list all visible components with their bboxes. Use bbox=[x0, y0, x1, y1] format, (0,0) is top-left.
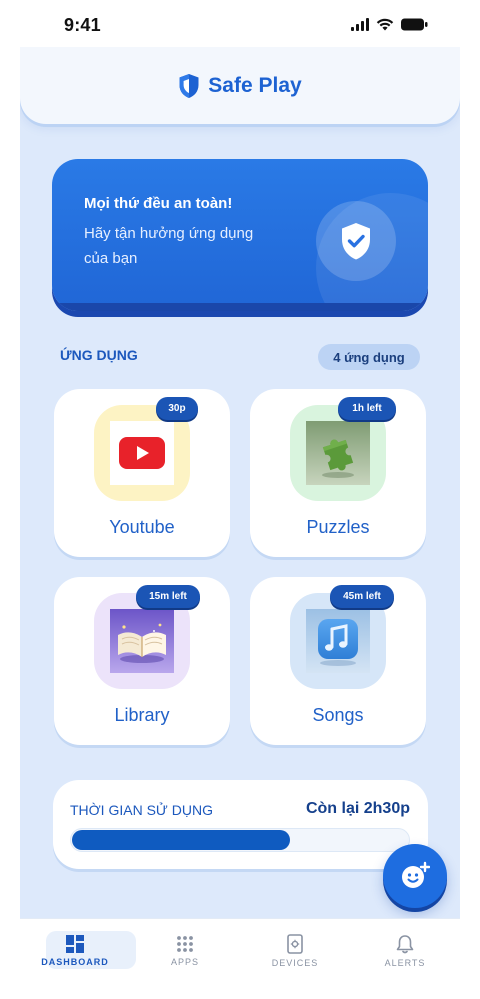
puzzle-piece-icon bbox=[306, 421, 370, 485]
youtube-icon bbox=[119, 437, 165, 469]
nav-label: DEVICES bbox=[271, 958, 319, 968]
bottom-navigation: DASHBOARD APPS DEVICES ALERTS bbox=[20, 919, 460, 983]
time-limit-badge: 15m left bbox=[136, 585, 200, 608]
status-bar: 9:41 bbox=[0, 0, 480, 48]
banner-title: Mọi thứ đều an toàn! bbox=[84, 195, 233, 212]
banner-shield-circle bbox=[316, 201, 396, 281]
app-card-youtube[interactable]: 30p Youtube bbox=[54, 389, 230, 557]
banner-bottom-edge bbox=[52, 303, 428, 311]
app-title: Safe Play bbox=[208, 73, 302, 97]
app-card-puzzles[interactable]: 1h left Puzzles bbox=[250, 389, 426, 557]
device-icon bbox=[287, 934, 303, 954]
shield-check-icon bbox=[342, 223, 370, 260]
wifi-icon bbox=[376, 18, 394, 31]
status-time: 9:41 bbox=[64, 15, 101, 35]
apps-section-title: ỨNG DỤNG bbox=[60, 347, 138, 363]
music-note-icon bbox=[306, 609, 370, 673]
safety-banner: Mọi thứ đều an toàn! Hãy tận hưởng ứng d… bbox=[52, 159, 428, 311]
add-child-face-icon bbox=[402, 861, 430, 888]
usage-progress-fill bbox=[72, 830, 290, 850]
banner-subtitle: Hãy tận hưởng ứng dụng của bạn bbox=[84, 225, 254, 267]
add-child-button[interactable] bbox=[383, 844, 447, 908]
usage-progress-track bbox=[70, 828, 410, 852]
time-limit-badge: 30p bbox=[156, 397, 198, 420]
nav-item-alerts[interactable]: ALERTS bbox=[350, 919, 460, 983]
usage-remaining: Còn lại 2h30p bbox=[305, 800, 410, 817]
app-card-label: Songs bbox=[312, 705, 364, 725]
usage-label: THỜI GIAN SỬ DỤNG bbox=[70, 802, 213, 818]
usage-time-panel: THỜI GIAN SỬ DỤNG Còn lại 2h30p bbox=[53, 780, 428, 869]
shield-logo-icon bbox=[179, 73, 199, 98]
cellular-signal-icon bbox=[351, 18, 369, 31]
battery-icon bbox=[401, 18, 428, 31]
apps-grid-icon bbox=[177, 936, 193, 952]
app-card-songs[interactable]: 45m left Songs bbox=[250, 577, 426, 745]
app-card-library[interactable]: 15m left Library bbox=[54, 577, 230, 745]
dashboard-icon bbox=[66, 935, 84, 953]
bell-icon bbox=[396, 935, 414, 954]
app-header: Safe Play bbox=[20, 47, 460, 124]
app-card-label: Youtube bbox=[109, 517, 175, 537]
nav-item-apps[interactable]: APPS bbox=[130, 919, 240, 983]
app-card-label: Library bbox=[114, 705, 170, 725]
nav-label: DASHBOARD bbox=[41, 957, 109, 967]
nav-label: APPS bbox=[170, 957, 199, 967]
open-book-icon bbox=[110, 609, 174, 673]
app-card-label: Puzzles bbox=[306, 517, 370, 537]
status-icons bbox=[351, 18, 428, 31]
time-limit-badge: 45m left bbox=[330, 585, 394, 608]
nav-label: ALERTS bbox=[384, 958, 426, 968]
app-screen: Safe Play Mọi thứ đều an toàn! Hãy tận h… bbox=[20, 47, 460, 983]
time-limit-badge: 1h left bbox=[338, 397, 396, 420]
nav-item-devices[interactable]: DEVICES bbox=[240, 919, 350, 983]
app-count-badge: 4 ứng dụng bbox=[318, 344, 420, 370]
